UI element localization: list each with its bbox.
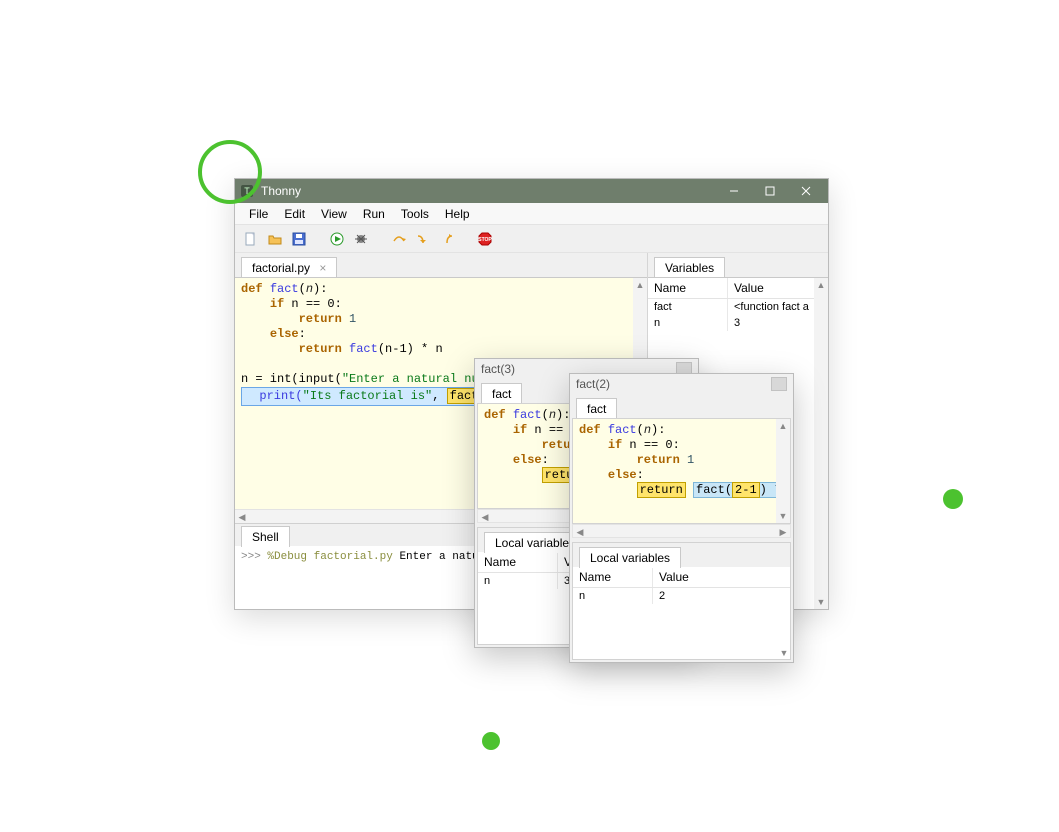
window-title: Thonny xyxy=(261,184,716,198)
locals-header-value[interactable]: Value xyxy=(653,567,790,587)
variable-name: fact xyxy=(648,299,728,315)
code-token: if xyxy=(270,297,284,311)
step-into-icon[interactable] xyxy=(413,229,433,249)
code-token: "Its factorial is" xyxy=(303,389,433,403)
debug-icon[interactable] xyxy=(351,229,371,249)
menu-view[interactable]: View xyxy=(313,205,355,223)
code-token: fact xyxy=(349,342,378,356)
variable-name: n xyxy=(648,315,728,331)
variable-value: <function fact a xyxy=(728,299,828,315)
popup-hscrollbar[interactable]: ◀ ▶ xyxy=(572,524,791,538)
local-variable-name: n xyxy=(478,573,558,589)
code-token: return xyxy=(299,312,342,326)
locals-tab-label: Local variables xyxy=(495,536,575,550)
call-stack-window-fact2[interactable]: fact(2) fact def fact(n): if n == 0: ret… xyxy=(569,373,794,663)
scroll-down-icon[interactable]: ▼ xyxy=(776,509,790,523)
local-variable-value: 2 xyxy=(653,588,790,604)
locals-header-name[interactable]: Name xyxy=(478,552,558,572)
inner-expr-highlight: 2-1 xyxy=(732,482,760,498)
decor-dot xyxy=(482,732,500,750)
popup-tab-strip: fact xyxy=(570,394,793,418)
code-token: (n-1) * n xyxy=(378,342,443,356)
code-token: n = int(input( xyxy=(241,372,342,386)
popup-titlebar[interactable]: fact(2) xyxy=(570,374,793,394)
decor-dot xyxy=(943,489,963,509)
scroll-down-icon[interactable]: ▼ xyxy=(814,595,828,609)
code-token: print( xyxy=(259,389,302,403)
scroll-left-icon[interactable]: ◀ xyxy=(235,510,249,524)
minimize-button[interactable] xyxy=(716,180,752,202)
scroll-down-icon[interactable]: ▼ xyxy=(777,646,791,660)
menu-file[interactable]: File xyxy=(241,205,276,223)
popup-vscrollbar[interactable]: ▲ ▼ xyxy=(776,419,790,523)
step-out-icon[interactable] xyxy=(437,229,457,249)
editor-tab-strip: factorial.py × xyxy=(235,253,647,277)
code-token: n xyxy=(306,282,313,296)
scroll-up-icon[interactable]: ▲ xyxy=(776,419,790,433)
menu-tools[interactable]: Tools xyxy=(393,205,437,223)
popup-title-text: fact(2) xyxy=(576,377,610,391)
popup-title-text: fact(3) xyxy=(481,362,515,376)
locals-header-name[interactable]: Name xyxy=(573,567,653,587)
scroll-right-icon[interactable]: ▶ xyxy=(776,525,790,539)
locals-tab-label: Local variables xyxy=(590,551,670,565)
shell-command: %Debug factorial.py xyxy=(267,551,392,563)
menubar: File Edit View Run Tools Help xyxy=(235,203,828,225)
popup-code-tab-label: fact xyxy=(492,387,511,401)
variables-tab-label: Variables xyxy=(665,261,714,275)
tab-close-icon[interactable]: × xyxy=(319,261,326,275)
maximize-button[interactable] xyxy=(752,180,788,202)
code-token: fact xyxy=(270,282,299,296)
save-icon[interactable] xyxy=(289,229,309,249)
new-file-icon[interactable] xyxy=(241,229,261,249)
run-icon[interactable] xyxy=(327,229,347,249)
tab-shell[interactable]: Shell xyxy=(241,526,290,547)
toolbar: STOP xyxy=(235,225,828,253)
titlebar[interactable]: T Thonny xyxy=(235,179,828,203)
stop-icon[interactable]: STOP xyxy=(475,229,495,249)
tab-fact[interactable]: fact xyxy=(576,398,617,419)
decor-circle xyxy=(198,140,262,204)
scroll-up-icon[interactable]: ▲ xyxy=(814,278,828,292)
close-button[interactable] xyxy=(788,180,824,202)
variable-row[interactable]: fact <function fact a xyxy=(648,299,828,315)
scroll-left-icon[interactable]: ◀ xyxy=(478,510,492,524)
local-variable-name: n xyxy=(573,588,653,604)
variables-header-name[interactable]: Name xyxy=(648,278,728,298)
variables-tab-strip: Variables xyxy=(648,253,828,277)
scroll-left-icon[interactable]: ◀ xyxy=(573,525,587,539)
open-file-icon[interactable] xyxy=(265,229,285,249)
local-variable-row[interactable]: n 2 xyxy=(573,588,790,604)
step-over-icon[interactable] xyxy=(389,229,409,249)
menu-help[interactable]: Help xyxy=(437,205,478,223)
code-token: , xyxy=(432,389,446,403)
tab-fact[interactable]: fact xyxy=(481,383,522,404)
menu-edit[interactable]: Edit xyxy=(276,205,313,223)
scroll-up-icon[interactable]: ▲ xyxy=(633,278,647,292)
code-token: def xyxy=(241,282,263,296)
popup-close-icon[interactable] xyxy=(771,377,787,391)
popup-code-tab-label: fact xyxy=(587,402,606,416)
code-token: n == 0 xyxy=(291,297,334,311)
tab-variables[interactable]: Variables xyxy=(654,257,725,278)
shell-tab-label: Shell xyxy=(252,530,279,544)
variables-header-value[interactable]: Value xyxy=(728,278,828,298)
tab-local-variables[interactable]: Local variables xyxy=(579,547,681,568)
variable-row[interactable]: n 3 xyxy=(648,315,828,331)
code-token: 1 xyxy=(349,312,356,326)
code-token: else xyxy=(270,327,299,341)
svg-text:STOP: STOP xyxy=(478,237,492,243)
shell-prompt: >>> xyxy=(241,551,267,563)
tab-label: factorial.py xyxy=(252,261,310,275)
return-highlight: return xyxy=(637,482,686,498)
code-token: return xyxy=(299,342,342,356)
popup-code-editor[interactable]: def fact(n): if n == 0: return 1 else: r… xyxy=(572,418,791,524)
tab-factorial[interactable]: factorial.py × xyxy=(241,257,337,278)
variables-vscrollbar[interactable]: ▲ ▼ xyxy=(814,278,828,609)
local-variables-panel: Local variables Name Value n 2 ▼ xyxy=(572,542,791,660)
variable-value: 3 xyxy=(728,315,828,331)
menu-run[interactable]: Run xyxy=(355,205,393,223)
